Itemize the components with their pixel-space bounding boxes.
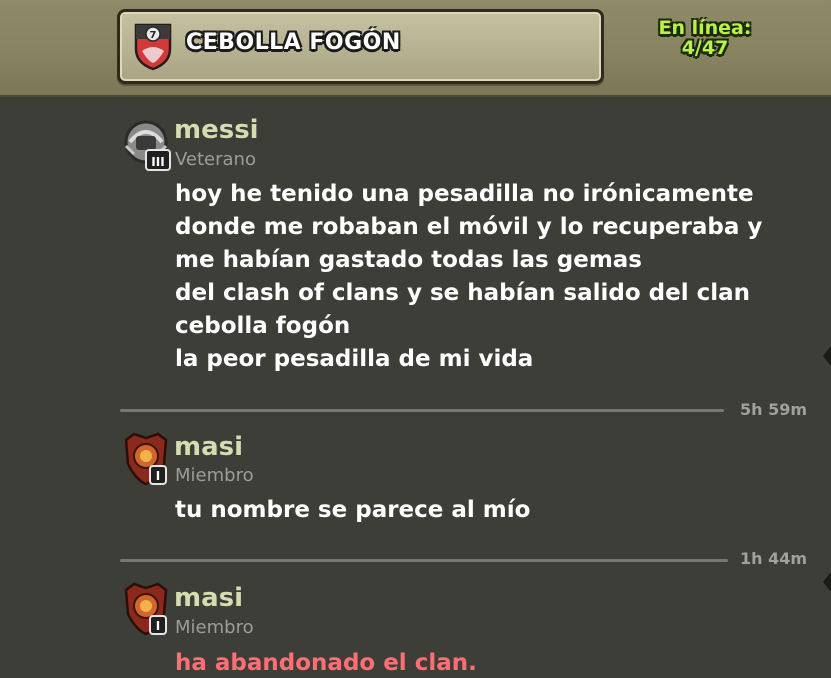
rank-badge: I bbox=[156, 619, 160, 633]
clan-leave-event: ha abandonado el clan. bbox=[175, 650, 477, 676]
scroll-edge-marker bbox=[823, 346, 831, 366]
scroll-edge-marker bbox=[823, 572, 831, 592]
author-name[interactable]: masi bbox=[174, 584, 243, 612]
member-shield-icon[interactable]: I bbox=[120, 580, 172, 638]
chat-event: I masi Miembro ha abandonado el clan. bbox=[0, 0, 831, 677]
author-role: Miembro bbox=[175, 617, 254, 638]
